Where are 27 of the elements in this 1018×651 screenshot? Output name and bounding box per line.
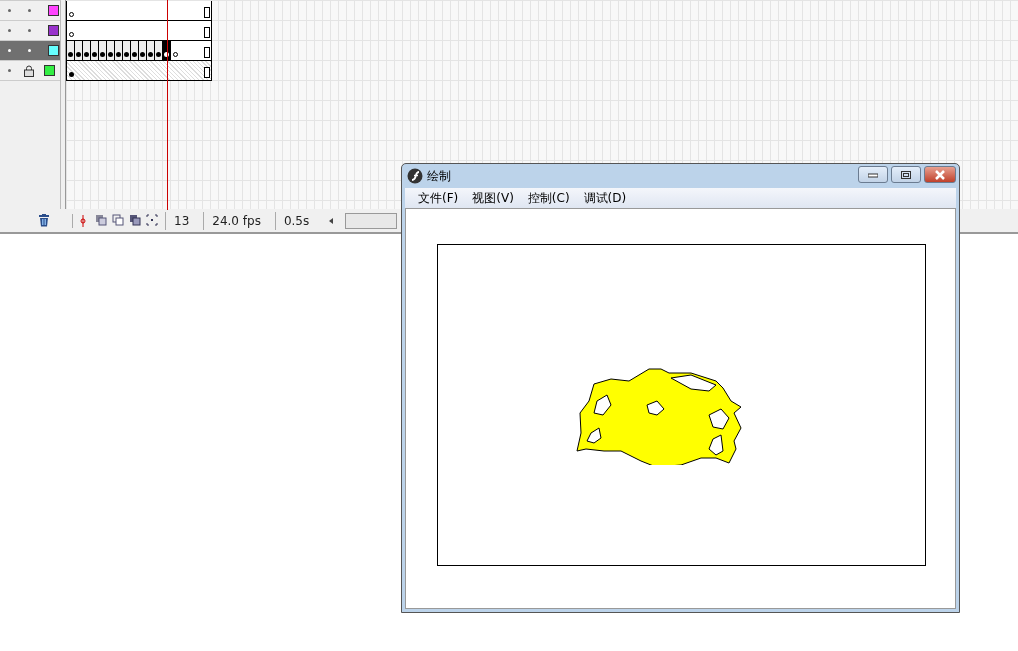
menu-item[interactable]: 调试(D) — [576, 189, 634, 207]
flash-logo-icon — [407, 168, 423, 184]
onion-markers-icon[interactable] — [145, 213, 159, 228]
onion-skin-icon[interactable] — [94, 213, 108, 228]
onion-outline-icon[interactable] — [111, 213, 125, 228]
visibility-dot-icon — [8, 69, 11, 72]
close-icon — [934, 169, 946, 180]
window-title: 绘制 — [427, 167, 452, 185]
frame-rate: 24.0 fps — [203, 211, 269, 230]
frame-number: 13 — [165, 211, 198, 230]
edit-frames-icon[interactable] — [128, 213, 142, 228]
menu-item[interactable]: 视图(V) — [465, 189, 521, 207]
maximize-icon — [901, 170, 911, 179]
visibility-dot-icon — [8, 49, 11, 52]
horizontal-scrollbar[interactable] — [345, 212, 398, 229]
menu-item[interactable]: 控制(C) — [520, 189, 577, 207]
elapsed-time: 0.5s — [274, 211, 318, 230]
menu-item[interactable]: 文件(F) — [411, 189, 466, 207]
maximize-button[interactable] — [891, 166, 921, 183]
trash-icon[interactable] — [38, 214, 50, 227]
close-button[interactable] — [924, 166, 956, 183]
minimize-button[interactable] — [858, 166, 888, 183]
visibility-dot-icon — [8, 29, 11, 32]
scroll-left-arrow-icon[interactable] — [329, 217, 334, 224]
layer-row[interactable] — [0, 41, 60, 61]
visibility-dot-icon — [8, 9, 11, 12]
minimize-icon — [868, 171, 878, 178]
